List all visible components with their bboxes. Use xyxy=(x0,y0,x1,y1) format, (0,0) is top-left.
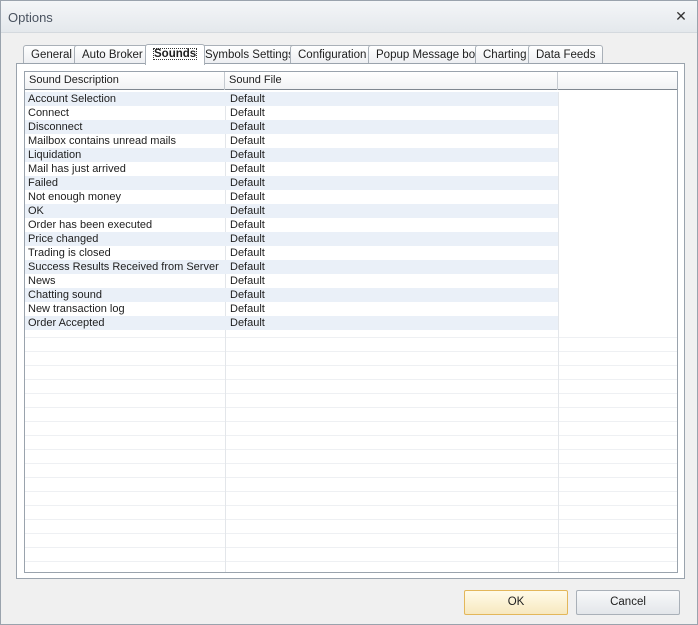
tab-auto-broker[interactable]: Auto Broker xyxy=(74,45,151,64)
sound-file-cell[interactable]: Default xyxy=(225,302,558,316)
tab-label: Configuration xyxy=(298,49,367,61)
table-row[interactable]: Not enough money Default xyxy=(25,190,677,204)
sound-file-cell[interactable]: Default xyxy=(225,260,558,274)
column-header-sound-description[interactable]: Sound Description xyxy=(25,72,225,90)
title-bar[interactable]: Options ✕ xyxy=(1,1,697,33)
tab-label: Data Feeds xyxy=(536,49,596,61)
sound-description-cell[interactable]: OK xyxy=(25,204,225,218)
table-row[interactable]: Connect Default xyxy=(25,106,677,120)
tab-symbols-settings[interactable]: Symbols Settings xyxy=(197,45,302,64)
sound-description-cell[interactable]: Mail has just arrived xyxy=(25,162,225,176)
tab-configuration[interactable]: Configuration xyxy=(290,45,375,64)
sound-description-cell[interactable]: Mailbox contains unread mails xyxy=(25,134,225,148)
table-row[interactable]: Mailbox contains unread mails Default xyxy=(25,134,677,148)
sounds-grid[interactable]: Sound Description Sound File Account Sel… xyxy=(24,71,678,573)
sound-description-cell[interactable]: Order Accepted xyxy=(25,316,225,330)
sound-file-cell[interactable]: Default xyxy=(225,316,558,330)
grid-header: Sound Description Sound File xyxy=(25,72,677,90)
table-row[interactable]: Trading is closed Default xyxy=(25,246,677,260)
table-row[interactable]: Account Selection Default xyxy=(25,92,677,106)
tab-label: Charting xyxy=(483,49,527,61)
table-row[interactable]: Disconnect Default xyxy=(25,120,677,134)
table-row[interactable]: Failed Default xyxy=(25,176,677,190)
sound-description-cell[interactable]: Success Results Received from Server xyxy=(25,260,225,274)
sound-description-cell[interactable]: Chatting sound xyxy=(25,288,225,302)
sound-file-cell[interactable]: Default xyxy=(225,148,558,162)
sound-file-cell[interactable]: Default xyxy=(225,120,558,134)
tab-label: General xyxy=(31,49,72,61)
sound-file-cell[interactable]: Default xyxy=(225,176,558,190)
sound-file-cell[interactable]: Default xyxy=(225,232,558,246)
sounds-panel: Sound Description Sound File Account Sel… xyxy=(16,63,685,579)
sound-description-cell[interactable]: Disconnect xyxy=(25,120,225,134)
tab-sounds[interactable]: Sounds xyxy=(145,44,206,65)
sound-description-cell[interactable]: Not enough money xyxy=(25,190,225,204)
sound-description-cell[interactable]: Account Selection xyxy=(25,92,225,106)
table-row[interactable]: News Default xyxy=(25,274,677,288)
sound-file-cell[interactable]: Default xyxy=(225,106,558,120)
tab-label: Auto Broker xyxy=(82,49,143,61)
window-title: Options xyxy=(8,10,53,25)
sound-file-cell[interactable]: Default xyxy=(225,246,558,260)
sound-file-cell[interactable]: Default xyxy=(225,218,558,232)
table-row[interactable]: Liquidation Default xyxy=(25,148,677,162)
sound-file-cell[interactable]: Default xyxy=(225,190,558,204)
sound-description-cell[interactable]: Connect xyxy=(25,106,225,120)
close-icon[interactable]: ✕ xyxy=(673,8,689,24)
table-row[interactable]: New transaction log Default xyxy=(25,302,677,316)
sound-description-cell[interactable]: Failed xyxy=(25,176,225,190)
sound-description-cell[interactable]: News xyxy=(25,274,225,288)
table-row[interactable]: Order Accepted Default xyxy=(25,316,677,330)
table-row[interactable]: Order has been executed Default xyxy=(25,218,677,232)
sound-file-cell[interactable]: Default xyxy=(225,134,558,148)
tab-label: Popup Message box xyxy=(376,49,481,61)
table-row[interactable]: Success Results Received from Server Defa… xyxy=(25,260,677,274)
sound-file-cell[interactable]: Default xyxy=(225,162,558,176)
sound-file-cell[interactable]: Default xyxy=(225,204,558,218)
sound-description-cell[interactable]: Liquidation xyxy=(25,148,225,162)
sound-description-cell[interactable]: Order has been executed xyxy=(25,218,225,232)
sound-file-cell[interactable]: Default xyxy=(225,92,558,106)
table-row[interactable]: Chatting sound Default xyxy=(25,288,677,302)
tab-label: Sounds xyxy=(153,48,198,60)
column-header-sound-file[interactable]: Sound File xyxy=(225,72,558,90)
table-row[interactable]: Mail has just arrived Default xyxy=(25,162,677,176)
column-header-empty xyxy=(558,72,677,90)
sound-description-cell[interactable]: Price changed xyxy=(25,232,225,246)
sound-file-cell[interactable]: Default xyxy=(225,274,558,288)
options-dialog: Options ✕ General Auto Broker Sounds Sym… xyxy=(0,0,698,625)
tab-charting[interactable]: Charting xyxy=(475,45,535,64)
tab-general[interactable]: General xyxy=(23,45,80,64)
sound-file-cell[interactable]: Default xyxy=(225,288,558,302)
sound-description-cell[interactable]: Trading is closed xyxy=(25,246,225,260)
cancel-button[interactable]: Cancel xyxy=(576,590,680,615)
tab-strip: General Auto Broker Sounds Symbols Setti… xyxy=(23,44,683,65)
grid-rows: Account Selection Default Connect Default Di… xyxy=(25,92,677,572)
sound-description-cell[interactable]: New transaction log xyxy=(25,302,225,316)
ok-button[interactable]: OK xyxy=(464,590,568,615)
tab-data-feeds[interactable]: Data Feeds xyxy=(528,45,604,64)
table-row[interactable]: Price changed Default xyxy=(25,232,677,246)
table-row[interactable]: OK Default xyxy=(25,204,677,218)
tab-label: Symbols Settings xyxy=(205,49,294,61)
tab-popup-message-box[interactable]: Popup Message box xyxy=(368,45,489,64)
